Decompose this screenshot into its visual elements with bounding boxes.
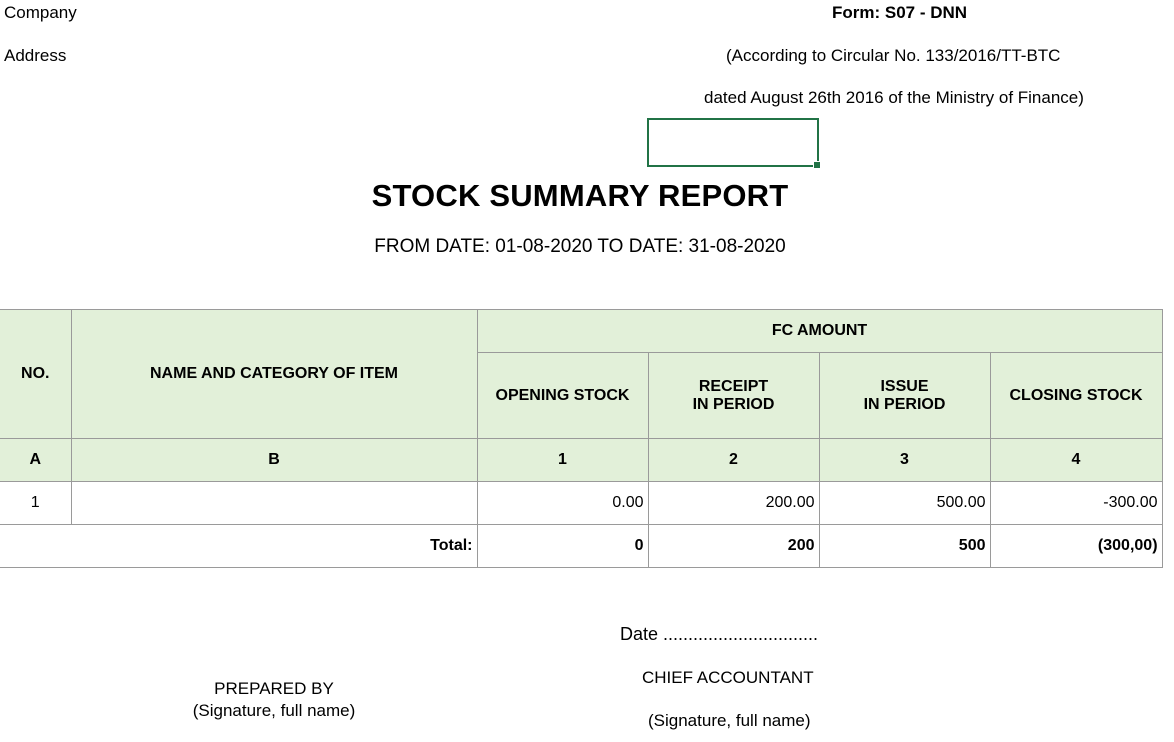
header-receipt-line2: IN PERIOD	[692, 395, 775, 413]
total-row: Total: 0 200 500 (300,00)	[0, 524, 1163, 568]
chief-accountant-title: CHIEF ACCOUNTANT	[642, 668, 814, 687]
header-fc-amount: FC AMOUNT	[476, 309, 1163, 353]
prepared-by-block: PREPARED BY (Signature, full name)	[0, 678, 548, 722]
fill-handle[interactable]	[813, 161, 821, 169]
row-opening[interactable]: 0.00	[476, 481, 649, 525]
total-opening[interactable]: 0	[476, 524, 649, 568]
row-no[interactable]: 1	[0, 481, 72, 525]
circular-date: dated August 26th 2016 of the Ministry o…	[704, 88, 1084, 107]
header-row: NO. NAME AND CATEGORY OF ITEM FC AMOUNT	[0, 309, 1163, 439]
prepared-by-title: PREPARED BY	[214, 679, 334, 698]
chief-accountant-note: (Signature, full name)	[648, 711, 811, 730]
code-cell: A	[0, 438, 72, 482]
total-label: Total:	[0, 524, 478, 568]
total-issue[interactable]: 500	[818, 524, 991, 568]
header-receipt: RECEIPT IN PERIOD	[647, 352, 820, 439]
header-name: NAME AND CATEGORY OF ITEM	[70, 309, 478, 439]
header-issue-line2: IN PERIOD	[863, 395, 946, 413]
header-receipt-line1: RECEIPT	[698, 377, 769, 395]
code-cell: 3	[818, 438, 991, 482]
code-cell: 1	[476, 438, 649, 482]
company-label: Company	[4, 3, 77, 22]
signature-date: Date ...............................	[620, 624, 819, 644]
report-title: STOCK SUMMARY REPORT	[371, 178, 789, 213]
selected-cell[interactable]	[647, 118, 821, 169]
header-issue-line1: ISSUE	[880, 377, 929, 395]
row-issue[interactable]: 500.00	[818, 481, 991, 525]
header-closing-stock: CLOSING STOCK	[989, 352, 1163, 439]
code-cell: 4	[989, 438, 1163, 482]
stock-summary-table: NO. NAME AND CATEGORY OF ITEM FC AMOUNT …	[0, 309, 1163, 568]
total-closing[interactable]: (300,00)	[989, 524, 1163, 568]
code-cell: 2	[647, 438, 820, 482]
row-receipt[interactable]: 200.00	[647, 481, 820, 525]
code-cell: B	[70, 438, 478, 482]
circular-reference: (According to Circular No. 133/2016/TT-B…	[726, 46, 1061, 65]
total-receipt[interactable]: 200	[647, 524, 820, 568]
header-issue: ISSUE IN PERIOD	[818, 352, 991, 439]
header-opening-stock: OPENING STOCK	[476, 352, 649, 439]
header-no: NO.	[0, 309, 72, 439]
column-code-row: A B 1 2 3 4	[0, 438, 1163, 482]
address-label: Address	[4, 46, 67, 65]
row-name[interactable]	[70, 481, 478, 525]
table-row: 1 0.00 200.00 500.00 -300.00	[0, 481, 1163, 525]
row-closing[interactable]: -300.00	[989, 481, 1163, 525]
form-code: Form: S07 - DNN	[832, 3, 968, 22]
report-period: FROM DATE: 01-08-2020 TO DATE: 31-08-202…	[374, 236, 786, 257]
prepared-by-note: (Signature, full name)	[192, 701, 356, 720]
